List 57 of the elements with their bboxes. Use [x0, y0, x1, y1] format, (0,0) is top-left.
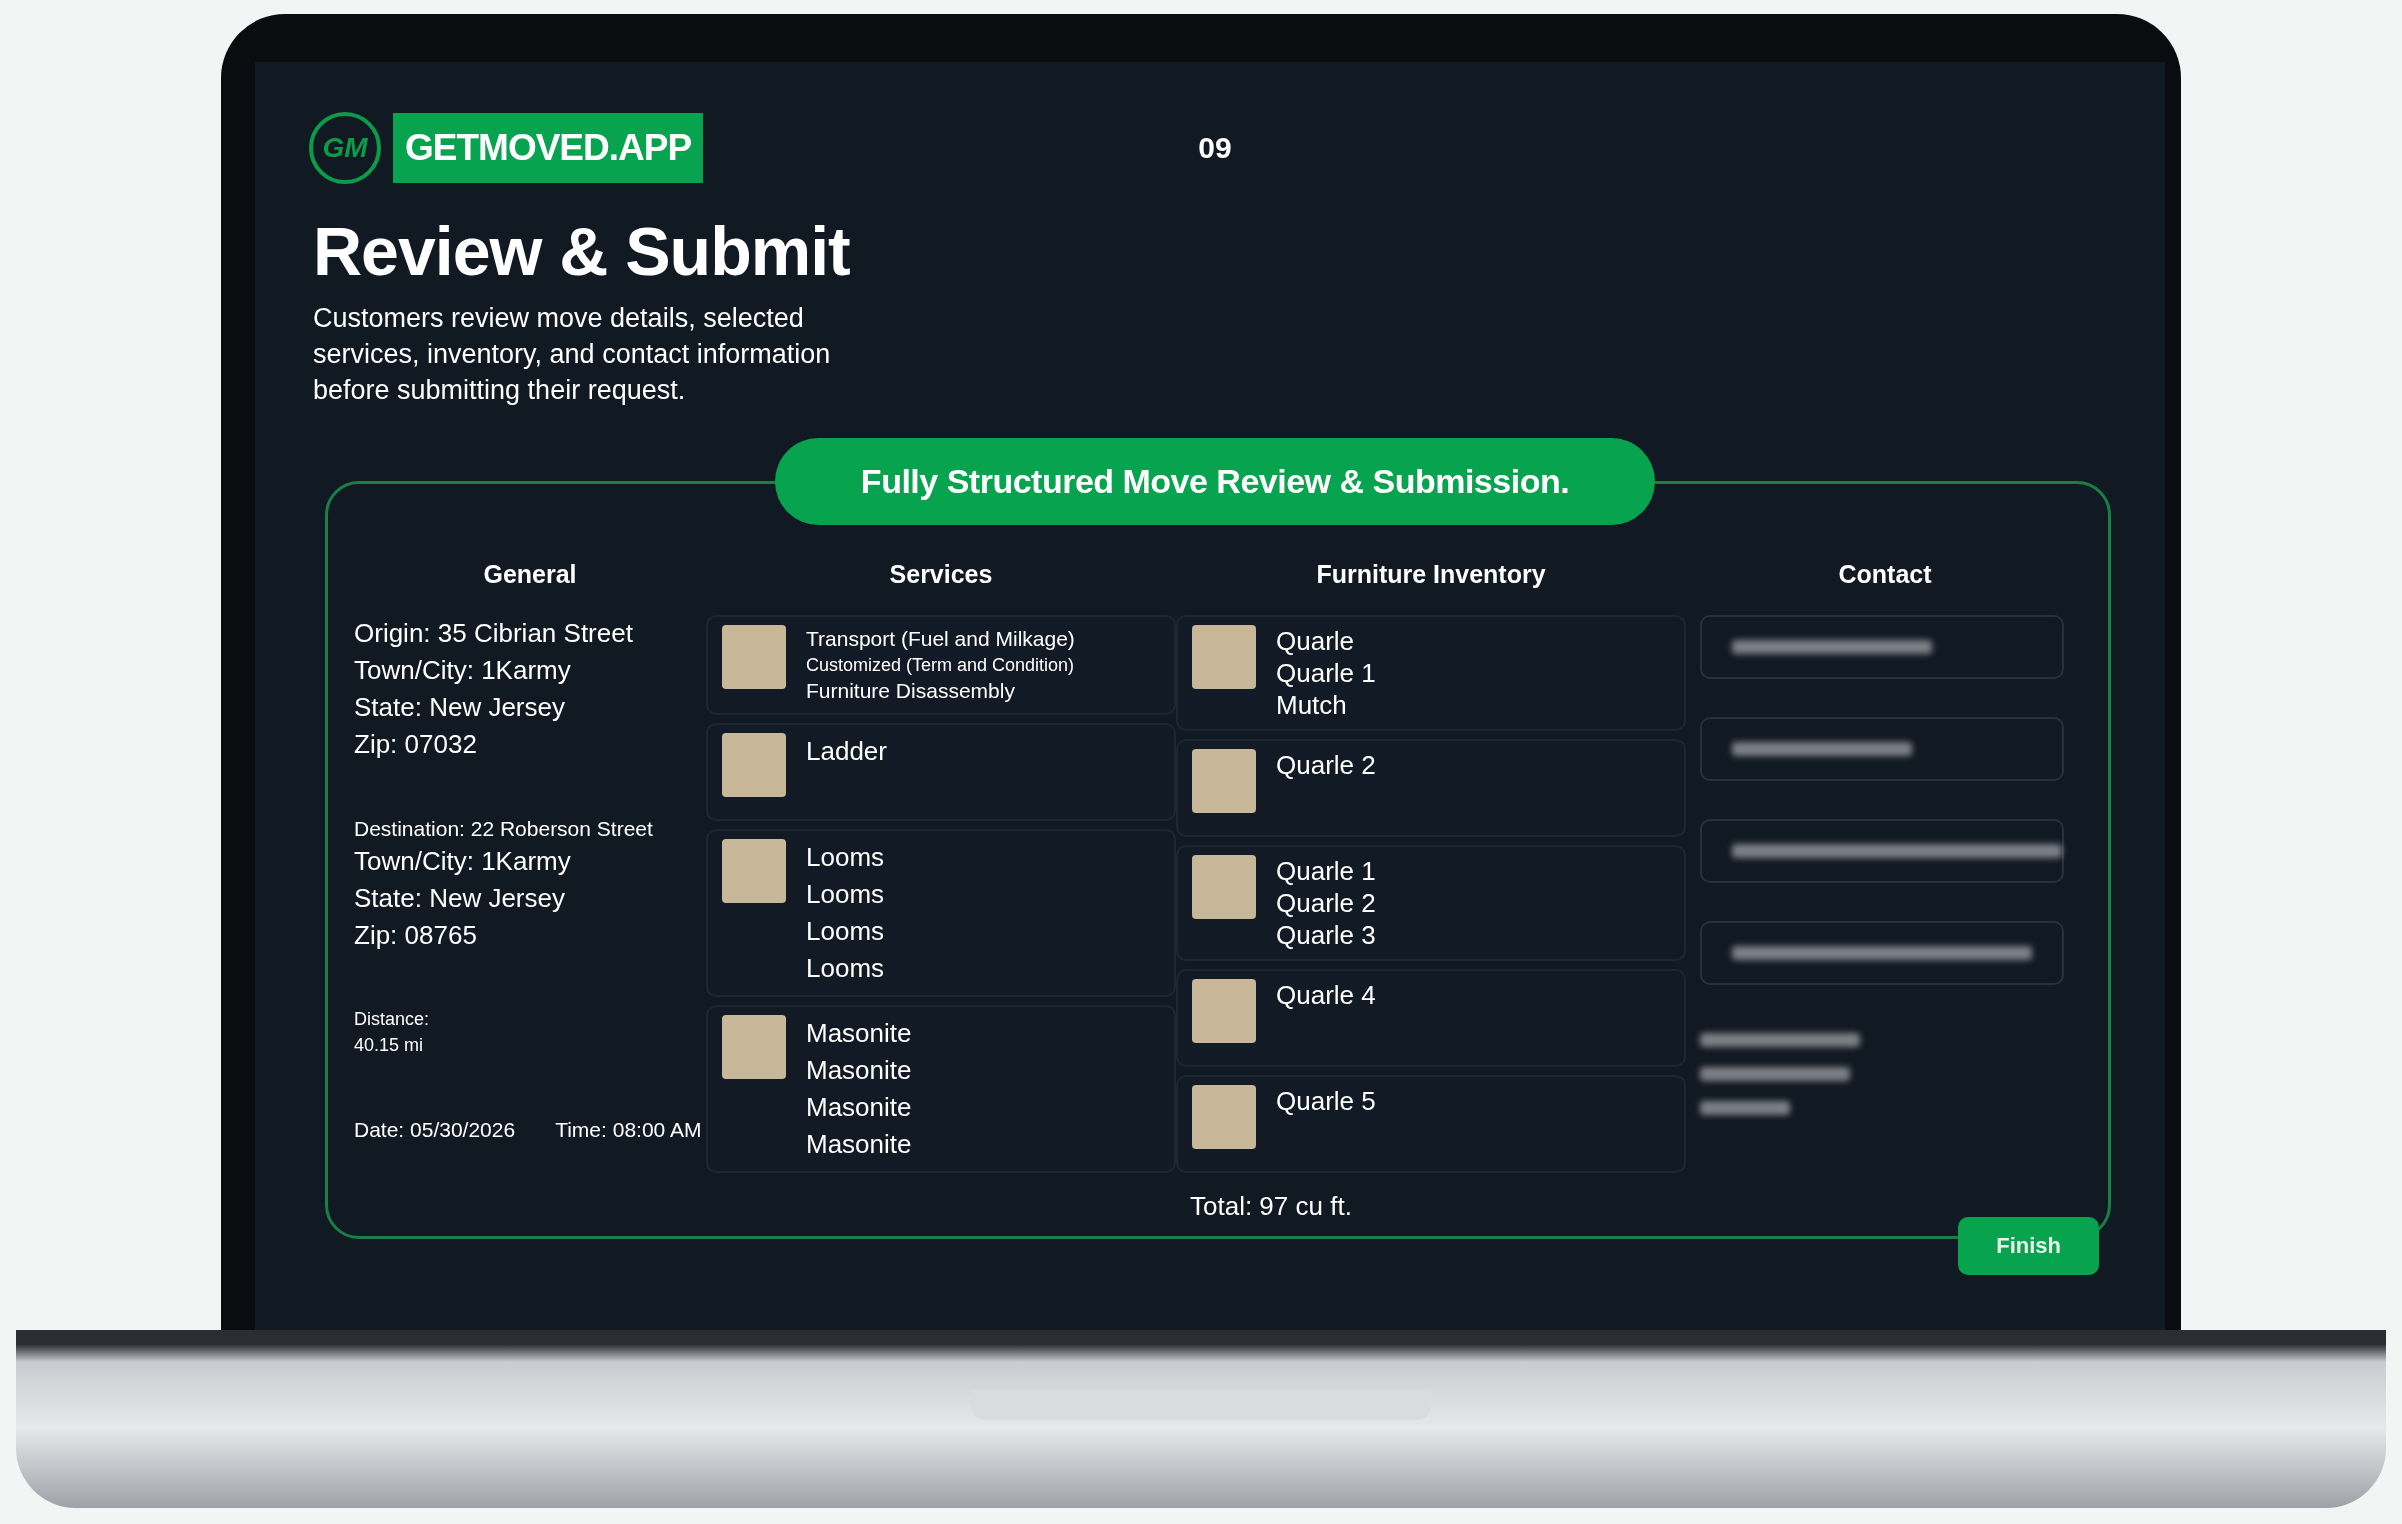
service-text: Looms — [806, 915, 886, 948]
service-text: Ladder — [806, 735, 888, 768]
total-volume: Total: 97 cu ft. — [1190, 1191, 1353, 1222]
brand-name: GETMOVED.APP — [393, 113, 704, 183]
photo-placeholder — [722, 625, 786, 689]
photo-placeholder — [722, 1015, 786, 1079]
item-name: Quarle 4 — [1276, 979, 1377, 1011]
service-text: Furniture Disassembly — [806, 678, 1016, 704]
photo-placeholder — [1192, 1085, 1256, 1149]
address-line: Zip: 07032 — [354, 728, 478, 761]
service-text: Customized (Term and Condition) — [806, 654, 1076, 677]
time-text: Time: 08:00 AM — [555, 1118, 702, 1142]
column-heading: Services — [888, 560, 994, 589]
address-line: State: New Jersey — [354, 691, 566, 724]
photo-placeholder — [1192, 855, 1256, 919]
photo-placeholder — [722, 733, 786, 797]
address-line: Origin: 35 Cibrian Street — [354, 617, 634, 650]
item-name: Quarle 3 — [1276, 919, 1377, 951]
address-line: Town/City: 1Karmy — [354, 654, 572, 687]
contact-field[interactable] — [1700, 615, 2064, 679]
photo-placeholder — [1192, 749, 1256, 813]
service-text: Transport (Fuel and Milkage) — [806, 626, 1076, 652]
service-text: Masonite — [806, 1054, 913, 1087]
item-name: Quarle — [1276, 625, 1356, 657]
section-banner: Fully Structured Move Review & Submission. — [774, 438, 1656, 525]
service-text: Looms — [806, 952, 886, 985]
contact-field[interactable] — [1700, 717, 2064, 781]
photo-placeholder — [722, 839, 786, 903]
photo-placeholder — [1192, 625, 1256, 689]
page-number: 09 — [1198, 131, 1232, 165]
address-line: State: New Jersey — [354, 882, 566, 915]
page-description: Customers review move details, selected services, inventory, and contact information before submitting their request. — [313, 302, 832, 407]
service-text: Looms — [806, 841, 886, 874]
item-name: Quarle 5 — [1276, 1085, 1377, 1117]
address-line: Destination: 22 Roberson Street — [354, 816, 654, 842]
service-text: Masonite — [806, 1128, 913, 1161]
date-text: Date: 05/30/2026 — [354, 1118, 516, 1142]
item-name: Quarle 1 — [1276, 657, 1377, 689]
finish-button[interactable]: Finish — [1958, 1217, 2099, 1275]
column-heading: Contact — [1837, 560, 1933, 589]
distance-text: Distance: 40.15 mi — [354, 1008, 431, 1057]
item-name: Quarle 2 — [1276, 749, 1377, 781]
address-line: Town/City: 1Karmy — [354, 845, 572, 878]
service-text: Masonite — [806, 1017, 913, 1050]
column-heading: Furniture Inventory — [1315, 560, 1547, 589]
service-text: Looms — [806, 878, 886, 911]
logo-mark: GM — [309, 112, 381, 184]
contact-field[interactable] — [1700, 819, 2064, 883]
column-heading: General — [482, 560, 578, 589]
contact-field[interactable] — [1700, 921, 2064, 985]
address-line: Zip: 08765 — [354, 919, 478, 952]
page-title: Review & Submit — [313, 212, 851, 290]
photo-placeholder — [1192, 979, 1256, 1043]
service-text: Masonite — [806, 1091, 913, 1124]
item-name: Quarle 2 — [1276, 887, 1377, 919]
item-name: Quarle 1 — [1276, 855, 1377, 887]
item-name: Mutch — [1276, 689, 1348, 721]
